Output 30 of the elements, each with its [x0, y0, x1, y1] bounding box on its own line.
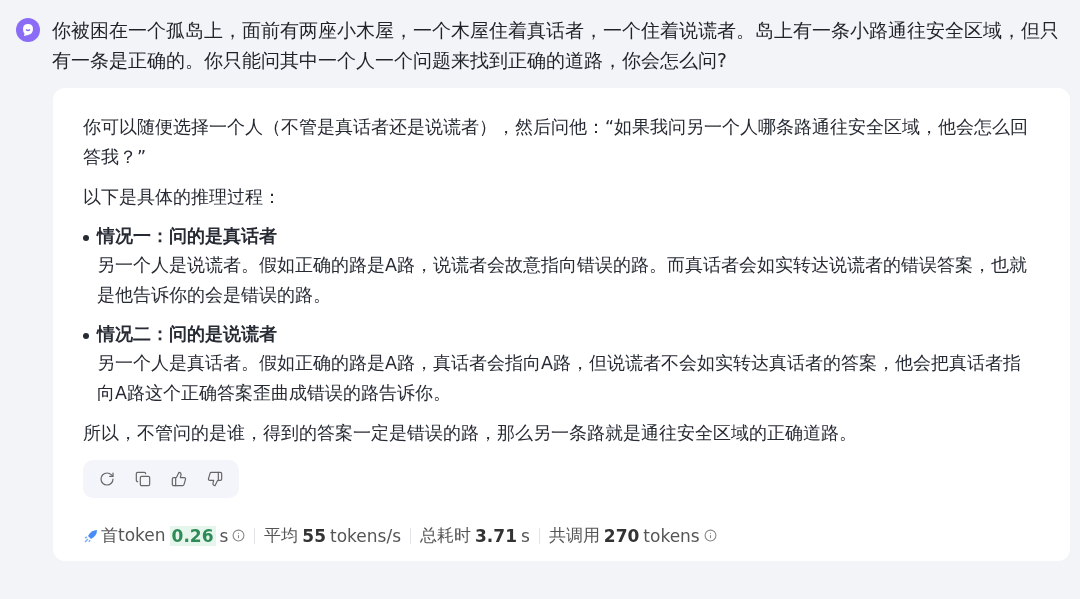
stat-value: 0.26: [169, 525, 216, 546]
bullet-dot: [83, 235, 89, 241]
rocket-icon: [83, 527, 99, 544]
stat-value: 270: [603, 525, 640, 546]
answer-paragraph: 所以，不管问的是谁，得到的答案一定是错误的路，那么另一条路就是通往安全区域的正确道路。: [83, 422, 858, 445]
thumbs-up-icon: [171, 471, 187, 487]
case-text: 另一个人是说谎者。假如正确的路是A路，说谎者会故意指向错误的路。而真话者会如实转达说谎者的错误答案，也就是他告诉你的会是错误的路。: [97, 254, 1028, 307]
stat-unit: tokens: [643, 525, 700, 546]
info-icon[interactable]: [703, 529, 717, 542]
answer-paragraph: 你可以随便选择一个人（不管是真话者还是说谎者），然后问他：“如果我问另一个人哪条路通往安全区域，他会怎么回答我？”: [83, 116, 1030, 169]
stat-label: 平均: [264, 524, 299, 547]
case-text: 另一个人是真话者。假如正确的路是A路，真话者会指向A路，但说谎者不会如实转达真话者的答案，他会把真话者指向A路这个正确答案歪曲成错误的路告诉你。: [97, 352, 1022, 405]
stat-value: 55: [302, 525, 327, 546]
question-text: 你被困在一个孤岛上，面前有两座小木屋，一个木屋住着真话者，一个住着说谎者。岛上有一条小路通往安全区域，但只有一条是正确的。你只能问其中一个人一个问题来找到正确的道路，你会怎么问?: [52, 19, 1060, 73]
stat-label: 总耗时: [420, 524, 471, 547]
bullet-dot: [83, 333, 89, 339]
stat-value: 3.71: [475, 525, 517, 546]
copy-icon: [135, 471, 151, 487]
stat-unit: s: [520, 525, 530, 546]
answer-paragraph: 以下是具体的推理过程：: [83, 186, 282, 209]
stat-label: 首token: [101, 524, 166, 547]
case-heading: 情况二：问的是说谎者: [97, 323, 278, 346]
stat-unit: tokens/s: [330, 525, 401, 546]
stat-label: 共调用: [548, 524, 600, 547]
refresh-icon: [99, 471, 115, 487]
info-icon[interactable]: [232, 529, 246, 542]
avatar-icon: [16, 18, 40, 42]
stat-unit: s: [219, 525, 229, 546]
case-heading: 情况一：问的是真话者: [97, 225, 278, 248]
thumbs-down-icon: [207, 471, 223, 487]
